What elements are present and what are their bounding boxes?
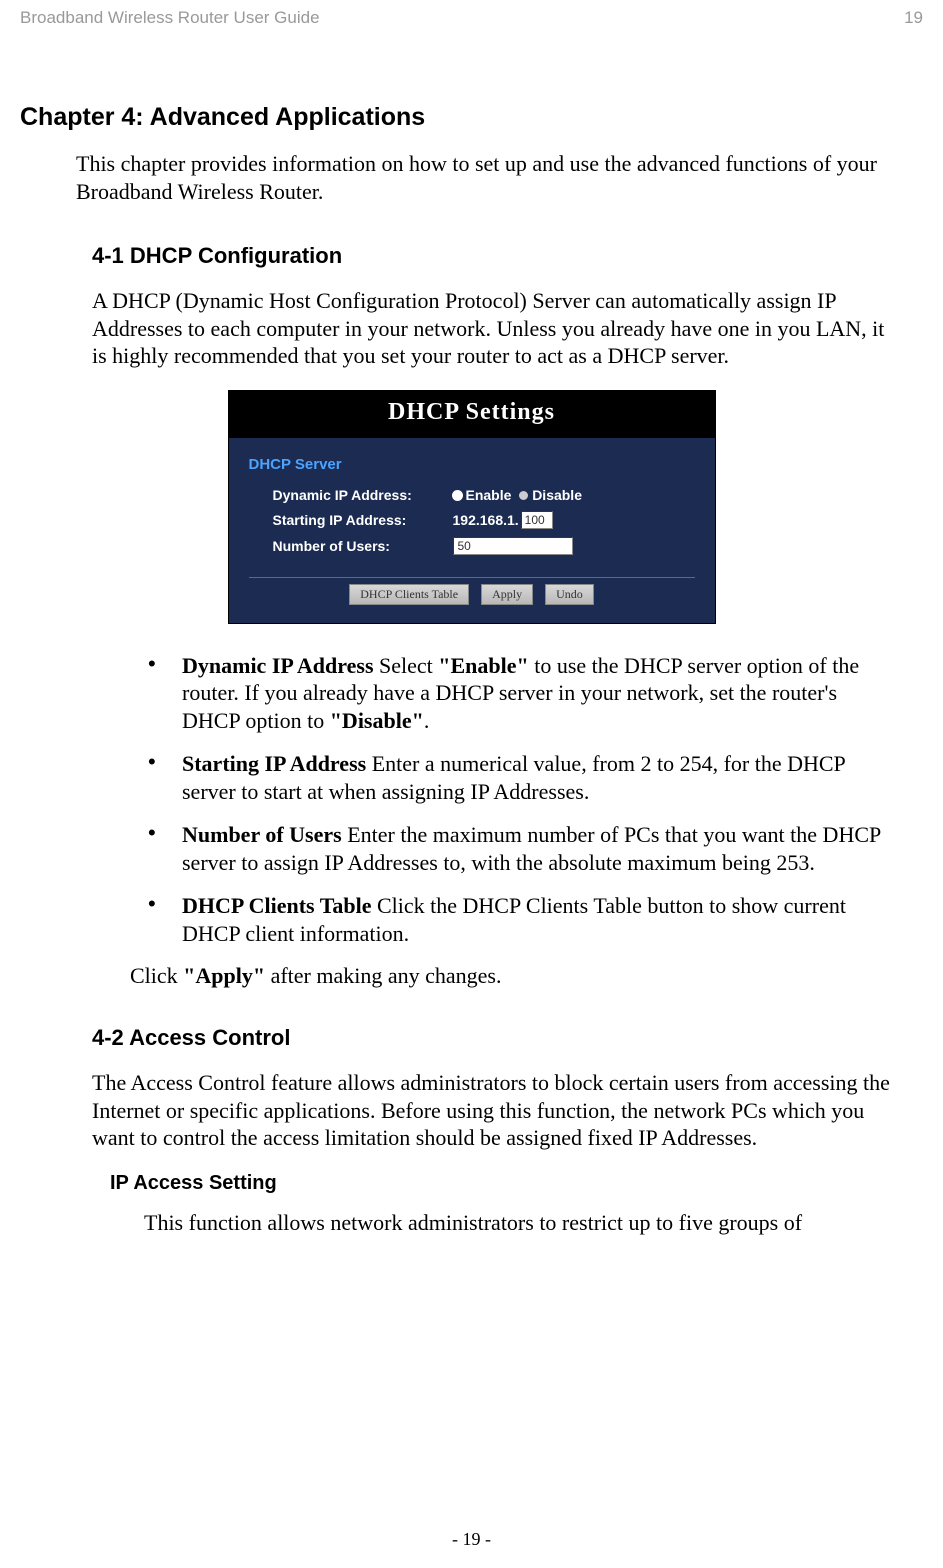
list-item: • Starting IP Address Enter a numerical … <box>148 750 899 805</box>
ip-access-setting-title: IP Access Setting <box>110 1172 923 1195</box>
num-users-row: Number of Users: <box>249 533 695 559</box>
dhcp-panel-title: DHCP Settings <box>229 391 715 438</box>
list-item: • Number of Users Enter the maximum numb… <box>148 821 899 876</box>
chapter-title: Chapter 4: Advanced Applications <box>20 103 923 132</box>
list-item: • Dynamic IP Address Select "Enable" to … <box>148 652 899 735</box>
radio-icon <box>453 491 462 500</box>
starting-ip-label: Starting IP Address: <box>273 512 453 528</box>
apply-button[interactable]: Apply <box>481 584 533 605</box>
starting-ip-input[interactable] <box>521 511 553 529</box>
button-row: DHCP Clients Table Apply Undo <box>249 577 695 611</box>
dynamic-ip-row: Dynamic IP Address: Enable Disable <box>249 483 695 507</box>
bullet-icon: • <box>148 892 182 947</box>
page-header: Broadband Wireless Router User Guide 19 <box>20 0 923 28</box>
ip-prefix: 192.168.1. <box>453 512 519 528</box>
dhcp-server-heading: DHCP Server <box>249 456 695 473</box>
disable-radio[interactable]: Disable <box>519 487 582 503</box>
section-4-2-para: The Access Control feature allows admini… <box>92 1069 903 1152</box>
dhcp-panel-body: DHCP Server Dynamic IP Address: Enable D… <box>229 438 715 623</box>
enable-label: Enable <box>466 487 512 503</box>
dhcp-clients-table-button[interactable]: DHCP Clients Table <box>349 584 469 605</box>
term-dynamic-ip: Dynamic IP Address <box>182 653 374 678</box>
section-4-1-title: 4-1 DHCP Configuration <box>92 243 923 269</box>
num-users-input[interactable] <box>453 537 573 555</box>
dhcp-settings-screenshot: DHCP Settings DHCP Server Dynamic IP Add… <box>228 390 716 624</box>
dynamic-ip-label: Dynamic IP Address: <box>273 487 453 503</box>
term-clients-table: DHCP Clients Table <box>182 893 371 918</box>
bullet-text: Number of Users Enter the maximum number… <box>182 821 899 876</box>
list-item: • DHCP Clients Table Click the DHCP Clie… <box>148 892 899 947</box>
bullet-icon: • <box>148 750 182 805</box>
dhcp-settings-panel: DHCP Settings DHCP Server Dynamic IP Add… <box>228 390 716 624</box>
term-num-users: Number of Users <box>182 822 342 847</box>
starting-ip-row: Starting IP Address: 192.168.1. <box>249 507 695 533</box>
term-starting-ip: Starting IP Address <box>182 751 366 776</box>
bullet-text: Starting IP Address Enter a numerical va… <box>182 750 899 805</box>
page-number-top: 19 <box>904 8 923 28</box>
radio-icon <box>519 491 528 500</box>
bullet-icon: • <box>148 652 182 735</box>
enable-radio[interactable]: Enable <box>453 487 512 503</box>
chapter-intro: This chapter provides information on how… <box>76 150 903 205</box>
section-4-2-title: 4-2 Access Control <box>92 1025 923 1051</box>
bullet-text: DHCP Clients Table Click the DHCP Client… <box>182 892 899 947</box>
doc-title: Broadband Wireless Router User Guide <box>20 8 320 28</box>
click-apply-note: Click "Apply" after making any changes. <box>130 963 923 989</box>
bullet-list: • Dynamic IP Address Select "Enable" to … <box>148 652 899 948</box>
page-footer: - 19 - <box>0 1529 943 1550</box>
num-users-label: Number of Users: <box>273 538 453 554</box>
undo-button[interactable]: Undo <box>545 584 594 605</box>
bullet-text: Dynamic IP Address Select "Enable" to us… <box>182 652 899 735</box>
disable-label: Disable <box>532 487 582 503</box>
section-4-1-para: A DHCP (Dynamic Host Configuration Proto… <box>92 287 903 370</box>
bullet-icon: • <box>148 821 182 876</box>
ip-access-setting-para: This function allows network administrat… <box>144 1209 903 1237</box>
